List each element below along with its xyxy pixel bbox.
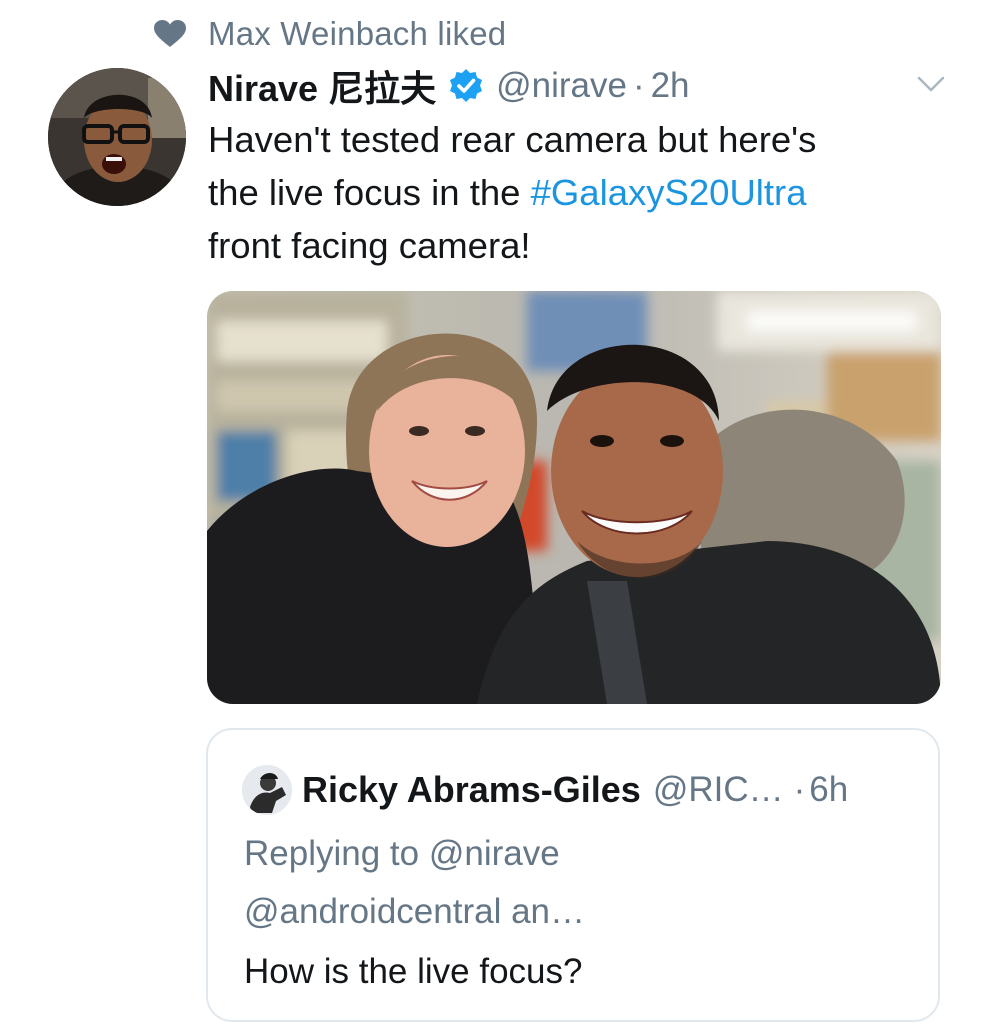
tweet-photo[interactable]: [207, 291, 941, 704]
separator-dot: ·: [793, 770, 806, 809]
photo-image: [207, 291, 941, 704]
quoted-tweet-text: How is the live focus?: [244, 952, 583, 991]
social-context-text: Max Weinbach liked: [208, 15, 507, 52]
tweet-timestamp[interactable]: 2h: [651, 66, 690, 106]
quoted-author-avatar: [242, 765, 292, 815]
tweet-text-line: front facing camera!: [208, 225, 531, 266]
quoted-author-name: Ricky Abrams-Giles: [302, 769, 641, 810]
quoted-avatar-image: [242, 765, 292, 815]
quoted-tweet[interactable]: Ricky Abrams-Giles @RIC… · 6h Replying t…: [206, 728, 940, 1022]
quoted-tweet-header: Ricky Abrams-Giles @RIC… · 6h: [242, 764, 848, 816]
verified-badge-icon: [450, 69, 483, 102]
author-handle[interactable]: @nirave: [496, 66, 627, 106]
heart-icon: [154, 20, 186, 47]
avatar-image: [48, 68, 186, 206]
chevron-down-icon[interactable]: [916, 74, 946, 94]
tweet-header: Nirave 尼拉夫 @nirave · 2h: [208, 62, 690, 110]
author-name[interactable]: Nirave 尼拉夫: [208, 60, 436, 112]
replying-to-line: @androidcentral an…: [244, 892, 585, 931]
social-context: Max Weinbach liked: [154, 12, 506, 56]
hashtag-link[interactable]: #GalaxyS20Ultra: [531, 172, 807, 213]
quoted-timestamp: 6h: [809, 770, 849, 809]
author-avatar[interactable]: [48, 68, 186, 206]
tweet-screen: Max Weinbach liked Nirave 尼拉夫 @nirave · …: [0, 0, 990, 1024]
tweet-text-line: the live focus in the #GalaxyS20Ultra: [208, 166, 948, 219]
tweet-text-line: Haven't tested rear camera but here's: [208, 119, 817, 160]
quoted-author-handle: @RIC…: [652, 770, 784, 809]
tweet-text: Haven't tested rear camera but here's th…: [208, 113, 948, 272]
separator-dot: ·: [632, 66, 645, 105]
tweet-text-fragment: the live focus in the: [208, 172, 531, 213]
replying-to-line: Replying to @nirave: [244, 834, 560, 873]
